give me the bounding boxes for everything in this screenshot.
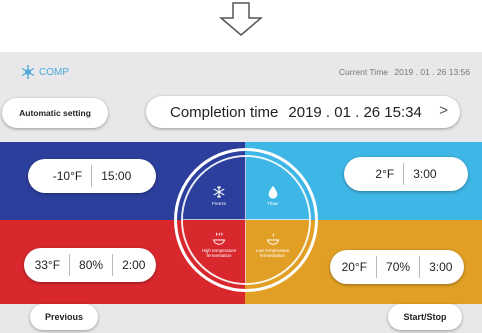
low-temp-settings[interactable]: 20°F 70% 3:00 [330, 250, 464, 284]
freeze-settings[interactable]: -10°F 15:00 [28, 159, 156, 193]
mode-freeze[interactable]: Freeze [183, 157, 246, 220]
high-temp-humidity: 80% [79, 258, 104, 272]
mode-thaw[interactable]: Thaw [246, 157, 309, 220]
mode-low-temp-label: Low temperature fermentation [255, 247, 290, 258]
mode-low-temp[interactable]: Low temperature fermentation [246, 220, 309, 283]
current-time-value: 2019 . 01 . 26 13:56 [394, 67, 470, 77]
high-temp-temp: 33°F [34, 258, 61, 272]
snowflake-icon [21, 65, 35, 79]
droplet-icon [268, 185, 277, 199]
steam-bowl-icon [266, 233, 279, 245]
thaw-time: 3:00 [413, 167, 437, 181]
thaw-settings[interactable]: 2°F 3:00 [344, 157, 468, 191]
thaw-temp: 2°F [375, 167, 395, 181]
mode-thaw-label: Thaw [266, 200, 278, 206]
current-time: Current Time 2019 . 01 . 26 13:56 [339, 67, 470, 77]
completion-time-label: Completion time [170, 103, 279, 121]
start-stop-button[interactable]: Start/Stop [388, 304, 462, 330]
low-temp-humidity: 70% [386, 260, 411, 274]
mode-wheel: Freeze Thaw High temperature fermentatio… [181, 155, 311, 285]
completion-time-value: 2019 . 01 . 26 15:34 [288, 103, 422, 121]
freeze-time: 15:00 [101, 169, 132, 183]
previous-button[interactable]: Previous [30, 304, 98, 330]
high-temp-time: 2:00 [122, 258, 146, 272]
steam-bowl-icon [212, 232, 226, 245]
mode-freeze-label: Freeze [211, 200, 226, 206]
top-bar: COMP Current Time 2019 . 01 . 26 13:56 [0, 52, 482, 92]
freeze-temp: -10°F [52, 169, 83, 183]
completion-time-button[interactable]: Completion time 2019 . 01 . 26 15:34 > [146, 96, 460, 128]
low-temp-temp: 20°F [341, 260, 368, 274]
chevron-right-icon: > [439, 102, 448, 119]
comp-indicator: COMP [20, 64, 69, 80]
control-screen: COMP Current Time 2019 . 01 . 26 13:56 A… [0, 52, 482, 333]
low-temp-time: 3:00 [429, 260, 453, 274]
mode-high-temp-label: High temperature fermentation [201, 247, 237, 258]
comp-label: COMP [39, 66, 69, 78]
high-temp-settings[interactable]: 33°F 80% 2:00 [24, 248, 156, 282]
mode-high-temp[interactable]: High temperature fermentation [183, 220, 246, 283]
snowflake-icon [213, 185, 225, 198]
arrow-down-icon [218, 2, 264, 36]
current-time-label: Current Time [338, 67, 388, 77]
automatic-setting-button[interactable]: Automatic setting [2, 98, 108, 128]
